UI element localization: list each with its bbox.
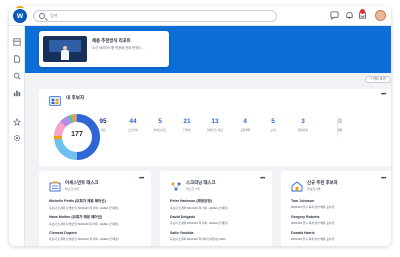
- welcome-title: 채용 추천방식 리포트: [92, 38, 131, 43]
- assessment-task-icon: [49, 179, 61, 192]
- task-card-subtitle: 태스크 6개: [65, 187, 79, 191]
- welcome-subtitle: 소규 대리모드를 활용해 현재 판매이 ...: [92, 46, 145, 50]
- task-item-name[interactable]: Saito Yoshida: [170, 231, 270, 235]
- more-options-icon[interactable]: •••: [260, 176, 265, 182]
- task-item-description: 후보자 소개의 6604449 럭 커피 - EMEA (인재풀): [170, 220, 228, 225]
- candidate-stat[interactable]: 3 준비완료: [292, 118, 314, 132]
- candidate-stat[interactable]: 0 채용: [329, 118, 351, 132]
- stat-value: 21: [183, 118, 191, 125]
- candidates-icon: [49, 93, 61, 106]
- candidates-title: 내 후보자: [66, 95, 85, 100]
- settings-icon[interactable]: [12, 134, 22, 144]
- task-list-item[interactable]: Clement Dupont 후보자 소개의 탄생성 및 6604449 럭 커피…: [49, 231, 149, 241]
- stat-value: 5: [271, 118, 275, 125]
- candidate-stat[interactable]: 44 스크리닝: [122, 118, 144, 132]
- star-icon[interactable]: [12, 117, 22, 128]
- task-card: 어세스먼트 태스크태스크 6개 ••• Michelle Pettis (모회가 채…: [39, 171, 151, 246]
- add-card-button[interactable]: + 카드 추가: [365, 76, 391, 83]
- task-item-name[interactable]: Hans Molten (모회가 채용 페어선): [49, 215, 149, 220]
- my-candidates-card: 내 후보자 ••• 177 95 지원 44 스크리닝 5 어세스먼트 21 인터뷰 13 레퍼런…: [39, 89, 391, 166]
- welcome-image: [43, 36, 87, 62]
- candidate-stat[interactable]: 4 고용계약: [234, 118, 256, 132]
- stat-label: 스크리닝: [127, 128, 139, 132]
- stat-value: 13: [211, 118, 219, 125]
- stat-value: 44: [129, 118, 137, 125]
- stat-label: 인터뷰: [183, 128, 191, 132]
- task-item-description: 후보자 소개의 6604449 럭커피(인재풀)는 6604: [170, 236, 226, 241]
- task-list-item[interactable]: Hans Molten (모회가 채용 페어선) 후보자 소개의 탄생성 및 66…: [49, 215, 149, 226]
- task-list-item[interactable]: Donald Harris 6604449 연구 회계 관련 채용 포지션: [291, 231, 391, 241]
- left-rail: [9, 26, 25, 246]
- task-item-name[interactable]: Peter Harleson (채용담당): [170, 199, 270, 204]
- search-candidate-icon[interactable]: [12, 72, 22, 82]
- task-list-item[interactable]: Tom Johnson 6604449 연구 회계 관련 채용 포지션: [291, 199, 391, 209]
- candidate-stat[interactable]: 5 오퍼: [262, 118, 284, 132]
- welcome-card[interactable]: 채용 추천방식 리포트 소규 대리모드를 활용해 현재 판매이 ...: [39, 31, 169, 67]
- candidate-stat[interactable]: 5 어세스먼트: [149, 118, 171, 132]
- task-card-title: 스크리닝 태스크: [186, 180, 216, 185]
- stat-value: 95: [99, 118, 107, 125]
- home-icon[interactable]: [12, 38, 22, 48]
- search-bar[interactable]: 검색: [33, 10, 277, 22]
- org-chart-icon[interactable]: [12, 89, 22, 99]
- more-options-icon[interactable]: •••: [381, 176, 386, 182]
- task-item-name[interactable]: Clement Dupont: [49, 231, 149, 235]
- candidates-total: 177: [71, 131, 83, 138]
- chat-icon[interactable]: [330, 11, 339, 21]
- new-referral-icon: [291, 179, 303, 192]
- stat-value: 4: [243, 118, 247, 125]
- notification-badge: [360, 9, 365, 14]
- stat-label: 고용계약: [239, 128, 251, 132]
- task-item-description: 6604449 연구 회계 관련 채용 포지션: [291, 204, 335, 209]
- task-item-description: 후보자 소개의 탄생성 및 6604449 럭 커피 - EMEA (인재풀): [49, 221, 119, 226]
- stat-label: 어세스먼트: [153, 128, 167, 132]
- screening-task-icon: [170, 179, 182, 191]
- task-item-description: 후보자 소개의 탄생성 및 6604449 럭 커피 - EMEA (인재풀): [49, 236, 119, 241]
- top-bar: w 검색: [9, 6, 391, 26]
- task-list-item[interactable]: Michelle Pettis (모회가 채용 페어선) 후보자 소개의 탄생성 …: [49, 199, 149, 210]
- task-item-name[interactable]: Gregory Roberts: [291, 215, 391, 219]
- candidate-stat[interactable]: 95 지원: [92, 118, 114, 132]
- task-item-description: 6604449 연구 회계 관련 채용 포지션: [291, 236, 335, 241]
- stat-value: 0: [338, 118, 342, 125]
- candidate-stat[interactable]: 21 인터뷰: [176, 118, 198, 132]
- task-item-name[interactable]: Tom Johnson: [291, 199, 391, 203]
- presenter-figure: [61, 46, 69, 60]
- logo-letter: w: [16, 11, 24, 20]
- task-item-name[interactable]: Donald Harris: [291, 231, 391, 235]
- task-list-item[interactable]: Peter Harleson (채용담당) 후보자 소개의 6604449 럭 커…: [170, 199, 270, 210]
- stat-label: 지원: [100, 128, 106, 132]
- workday-logo[interactable]: w: [13, 6, 27, 23]
- task-card-title: 어세스먼트 태스크: [65, 180, 99, 185]
- more-options-icon[interactable]: •••: [381, 92, 386, 98]
- task-card: 신규 추천 후보자 후보자 6명 ••• Tom Johnson 6604449 연구 …: [281, 171, 391, 246]
- task-item-description: 후보자 소개의 탄생성 및 6604449 럭 커피 - EMEA (인재풀): [49, 205, 119, 210]
- search-input[interactable]: 검색: [50, 13, 57, 19]
- task-list-item[interactable]: Gregory Roberts 6604449 연구 회계 관련 채용 포지션: [291, 215, 391, 225]
- search-icon: [39, 13, 45, 19]
- more-options-icon[interactable]: •••: [139, 176, 144, 182]
- stat-label: 준비완료: [297, 128, 309, 132]
- task-list-item[interactable]: Saito Yoshida 후보자 소개의 6604449 럭커피(인재풀)는 6…: [170, 231, 270, 241]
- task-item-name[interactable]: David Delgado: [170, 215, 270, 219]
- app-window: w 검색 채용 추천방식 리포트 소규 대리모드를 활용해 현재 판매이 ...…: [9, 6, 391, 246]
- stats-divider: [337, 117, 338, 137]
- stat-value: 5: [158, 118, 162, 125]
- stat-label: 오퍼: [270, 128, 276, 132]
- task-list-item[interactable]: David Delgado 후보자 소개의 6604449 럭 커피 - EMEA…: [170, 215, 270, 225]
- bell-icon[interactable]: [345, 11, 354, 20]
- user-avatar[interactable]: [375, 10, 386, 21]
- task-item-description: 6604449 연구 회계 관련 채용 포지션: [291, 220, 335, 225]
- stat-label: 채용: [337, 128, 343, 132]
- task-card-subtitle: 후보자 6명: [307, 187, 321, 191]
- task-item-name[interactable]: Michelle Pettis (모회가 채용 페어선): [49, 199, 149, 204]
- task-card: 스크리닝 태스크 태스크 7개 ••• Peter Harleson (채용담당) 후보…: [160, 171, 272, 246]
- task-item-description: 후보자 소개의 6604449 럭 커피 - EMEA (인재풀): [170, 205, 228, 210]
- document-icon[interactable]: [12, 55, 22, 65]
- stat-value: 3: [301, 118, 305, 125]
- task-card-subtitle: 태스크 7개: [186, 187, 200, 191]
- stat-label: 레퍼런스 체크: [206, 128, 224, 132]
- candidate-stat[interactable]: 13 레퍼런스 체크: [204, 118, 226, 132]
- task-card-title: 신규 추천 후보자: [307, 180, 338, 185]
